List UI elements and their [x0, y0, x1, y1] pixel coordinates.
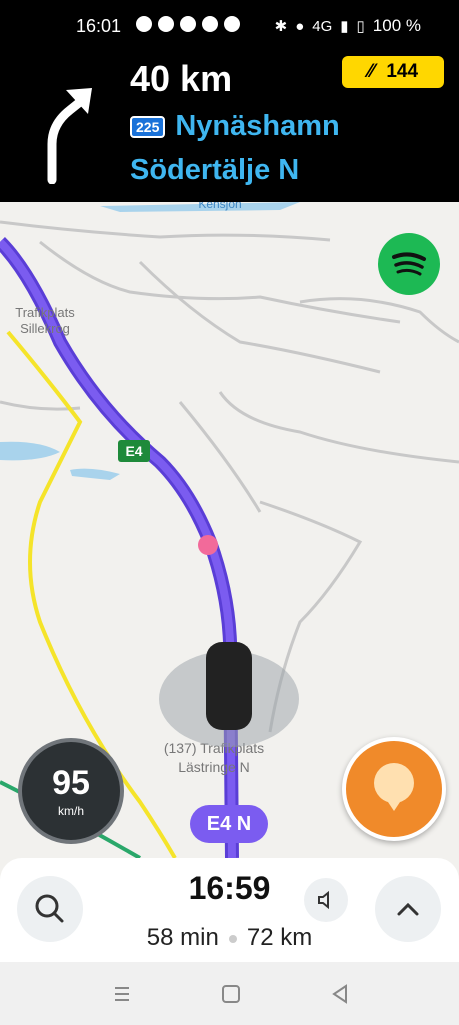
back-icon[interactable]	[328, 982, 352, 1006]
separator-dot	[228, 934, 237, 943]
car-icon	[206, 642, 252, 730]
interchange-label: Trafikplats	[15, 305, 75, 320]
sound-button[interactable]	[304, 878, 348, 922]
chevron-up-icon	[397, 902, 419, 916]
speedometer: 95 km/h	[18, 738, 124, 844]
road-shield: 225	[130, 115, 166, 138]
lake-shape	[70, 468, 120, 480]
turn-right-arrow-icon	[47, 88, 92, 184]
current-road-pill: E4 N	[190, 805, 268, 843]
roadwork-icon: ⁄⁄	[367, 61, 375, 82]
gmail-icon	[202, 16, 218, 32]
bluetooth-icon: ✱	[274, 18, 288, 35]
spotify-logo	[392, 252, 426, 276]
speaker-icon	[318, 890, 329, 910]
interchange-label: Lästringe N	[178, 759, 250, 775]
status-bar: 16:01 ✱ ● 4G ▮ ▯ 100 %	[0, 0, 459, 54]
recent-apps-icon[interactable]	[110, 982, 134, 1006]
report-button[interactable]	[342, 737, 446, 841]
expand-button[interactable]	[375, 876, 441, 942]
route-badge[interactable]: ⁄⁄ 144	[342, 56, 444, 88]
road-name: Nynäshamn	[175, 110, 340, 142]
report-pin-icon	[374, 763, 414, 811]
eta-panel[interactable]: 16:59 58 min 72 km	[0, 858, 459, 962]
maneuver-distance: 40 km	[130, 58, 233, 99]
exit-name: Södertälje N	[130, 154, 300, 186]
network-label: 4G	[312, 17, 333, 35]
system-nav-bar	[0, 962, 459, 1025]
circle-app-icon	[158, 16, 174, 32]
speed-unit: km/h	[57, 804, 84, 818]
trip-distance: 72 km	[246, 924, 313, 951]
battery-percent: 100 %	[372, 16, 421, 35]
route-badge-number: 144	[386, 61, 419, 82]
signal-icon: ▮	[340, 18, 349, 35]
reddit-icon	[180, 16, 196, 32]
wazer-icon[interactable]	[198, 535, 218, 555]
status-right: ✱ ● 4G ▮ ▯ 100 %	[275, 16, 421, 36]
spotify-icon[interactable]	[378, 233, 440, 295]
highway-shield-label: E4	[125, 443, 142, 459]
messenger-icon	[136, 16, 152, 32]
road-row: 225 Nynäshamn	[130, 110, 340, 143]
app-badge-icon	[224, 16, 240, 32]
notification-icons	[136, 16, 240, 32]
interchange-label: Sillekrog	[20, 321, 70, 336]
location-icon: ●	[295, 17, 305, 35]
nav-instruction-banner[interactable]: 40 km 225 Nynäshamn Södertälje N ⁄⁄ 144	[0, 54, 459, 202]
battery-icon: ▯	[356, 18, 365, 35]
lake-shape	[0, 441, 60, 461]
lake-label: Kensjön	[198, 202, 241, 211]
status-time: 16:01	[76, 16, 122, 36]
speed-value: 95	[52, 764, 90, 802]
home-icon[interactable]	[219, 982, 243, 1006]
trip-duration: 58 min	[146, 924, 219, 951]
